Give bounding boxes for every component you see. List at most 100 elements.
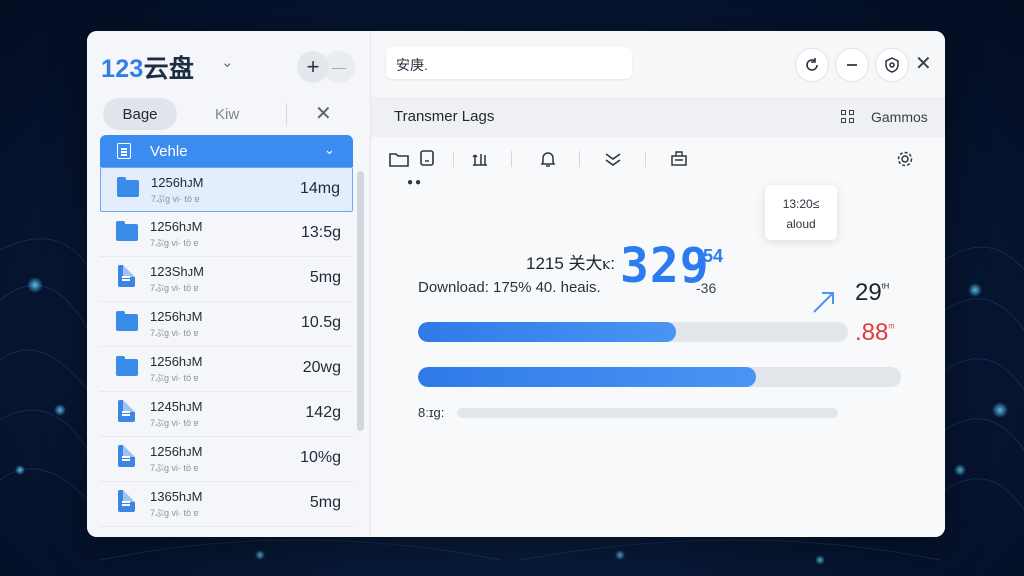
big-number-sup: 54 [703, 246, 724, 266]
tab-second[interactable]: Kiw [215, 106, 239, 123]
progress-fill-2 [418, 367, 757, 387]
scrollbar[interactable] [357, 171, 364, 431]
arrow-up-right-icon [813, 292, 834, 313]
rate-value-sup: ᵗᴴ [881, 282, 889, 294]
list-header[interactable]: Vehle ⌄ [100, 135, 353, 167]
toolbar: ●● [371, 137, 945, 188]
list-item-meta: 7ぷg vi· tö ɐ [150, 328, 199, 338]
stat-label: 1215 关大ⲕ: [526, 254, 615, 273]
list-item-name: 1256hᴊM [150, 444, 203, 459]
search-input[interactable]: 安庚. [386, 47, 632, 79]
list-item-name: 1245hᴊM [150, 399, 203, 414]
rate-value: 29ᵗᴴ [855, 279, 889, 307]
add-button[interactable]: + [297, 51, 329, 83]
file-icon [118, 265, 135, 287]
section-bar: Transmer Lags Gammos [371, 97, 945, 137]
tablet-icon[interactable] [415, 147, 439, 171]
print-icon[interactable] [667, 147, 691, 171]
list-item-size: 10.5g [300, 314, 341, 331]
tab-divider [286, 103, 287, 125]
app-brand: 123云盘 [101, 49, 194, 85]
upload-icon[interactable] [469, 147, 493, 171]
toolbar-divider [453, 151, 454, 167]
list-item-meta: 7ぷg vi· tö ɐ [150, 283, 199, 293]
folder-icon [116, 311, 138, 331]
tooltip-line2: aloud [786, 217, 816, 231]
brand-number: 123 [101, 55, 144, 83]
settings-shield-icon[interactable] [875, 48, 909, 82]
list-item-meta: 7ぷg vi· tö ɐ [150, 238, 199, 248]
app-window: 123云盘 ⌄ — + Bage Kiw ✕ Vehle ⌄ 1256hᴊM 7ぷ… [87, 31, 945, 537]
list-item-meta: 7ぷg vi· tö ɐ [150, 463, 199, 473]
list-item-name: 123ShᴊM [150, 264, 204, 279]
list-item-size: 10%g [300, 449, 341, 466]
rate-red-sup: ᵐ [888, 322, 895, 334]
progress-bar-1 [418, 322, 848, 342]
list-item[interactable]: 1245hᴊM 7ぷg vi· tö ɐ 142g [100, 392, 353, 437]
section-title: Transmer Lags [394, 108, 495, 125]
close-window-icon[interactable]: ✕ [915, 51, 932, 76]
tab-active[interactable]: Bage [103, 98, 177, 130]
sidebar-tabs: Bage Kiw ✕ [87, 95, 371, 135]
minimize-icon[interactable] [835, 48, 869, 82]
tooltip: 13:20≤ aloud [765, 185, 837, 240]
grid-view-label[interactable]: Gammos [871, 109, 928, 125]
toolbar-divider [579, 151, 580, 167]
top-bar: 安庚. ✕ [371, 31, 945, 97]
list-item[interactable]: 1256hᴊM 7ぷg vi· tö ɐ 10.5g [100, 302, 353, 347]
rate-red-value: .88ᵐ [855, 319, 895, 347]
list-header-title: Vehle [150, 143, 188, 160]
sidebar: 123云盘 ⌄ — + Bage Kiw ✕ Vehle ⌄ 1256hᴊM 7ぷ… [87, 31, 371, 537]
main-panel: 安庚. ✕ Transmer Lags Gammos ●● 13:20≤ alo… [371, 31, 945, 537]
list-item[interactable]: 1256hᴊM 7ぷg vi· tö ɐ 20wg [100, 347, 353, 392]
rate-value-text: 29 [855, 279, 882, 306]
grid-view-icon[interactable] [841, 110, 855, 124]
toolbar-divider [645, 151, 646, 167]
chevron-down-icon[interactable] [601, 147, 625, 171]
list-item-name: 1256hᴊM [150, 309, 203, 324]
list-item[interactable]: 1256hᴊM 7ぷg vi· tö ɐ 10%g [100, 437, 353, 482]
rate-red-text: .88 [855, 319, 889, 346]
folder-icon [116, 221, 138, 241]
pager-dots: ●● [407, 177, 424, 188]
list-item-name: 1256hᴊM [151, 175, 204, 190]
list-item[interactable]: 1365hᴊM 7ぷg vi· tö ɐ 5mg [100, 482, 353, 527]
list-item-name: 1365hᴊM [150, 489, 203, 504]
list-item-size: 5mg [309, 269, 341, 286]
close-tab-icon[interactable]: ✕ [315, 101, 332, 126]
file-icon [118, 445, 135, 467]
collapse-icon[interactable]: ⌄ [324, 142, 335, 158]
brand-dropdown-icon[interactable]: ⌄ [221, 53, 234, 71]
brand-name: 云盘 [143, 55, 195, 83]
folder-icon[interactable] [387, 147, 411, 171]
list-item[interactable]: 1256hᴊM 7ぷg vi· tö ɐ 14mg [100, 167, 353, 212]
download-status: Download: 175% 40. heais. [418, 279, 601, 296]
refresh-icon[interactable] [795, 48, 829, 82]
progress-bar-2 [418, 367, 901, 387]
file-icon [118, 490, 135, 512]
bell-icon[interactable] [536, 147, 560, 171]
folder-icon [117, 177, 139, 197]
list-item-size: 142g [305, 404, 341, 421]
file-icon [118, 400, 135, 422]
progress-bar-3 [457, 408, 838, 418]
list-item-meta: 7ぷg vi· tö ɐ [150, 508, 199, 518]
tooltip-line1: 13:20≤ [782, 197, 820, 211]
gear-icon[interactable] [893, 147, 917, 171]
document-icon [117, 143, 131, 159]
list-item-name: 1256hᴊM [150, 354, 203, 369]
file-list: 1256hᴊM 7ぷg vi· tö ɐ 14mg 1256hᴊM 7ぷg vi· tö… [100, 167, 353, 527]
folder-icon [116, 356, 138, 376]
list-item-size: 13:5g [300, 224, 341, 241]
list-item[interactable]: 1256hᴊM 7ぷg vi· tö ɐ 13:5g [100, 212, 353, 257]
list-item-size: 14mg [299, 180, 340, 197]
list-item-meta: 7ぷg vi· tö ɐ [150, 373, 199, 383]
progress-bar-3-label: 8ːɪg: [418, 405, 445, 420]
list-item-name: 1256hᴊM [150, 219, 203, 234]
list-item-size: 5mg [309, 494, 341, 511]
list-item[interactable]: 123ShᴊM 7ぷg vi· tö ɐ 5mg [100, 257, 353, 302]
big-number-sub: -36 [696, 280, 717, 296]
progress-fill-1 [418, 322, 676, 342]
list-item-size: 20wg [302, 359, 341, 376]
list-item-meta: 7ぷg vi· tö ɐ [150, 418, 199, 428]
